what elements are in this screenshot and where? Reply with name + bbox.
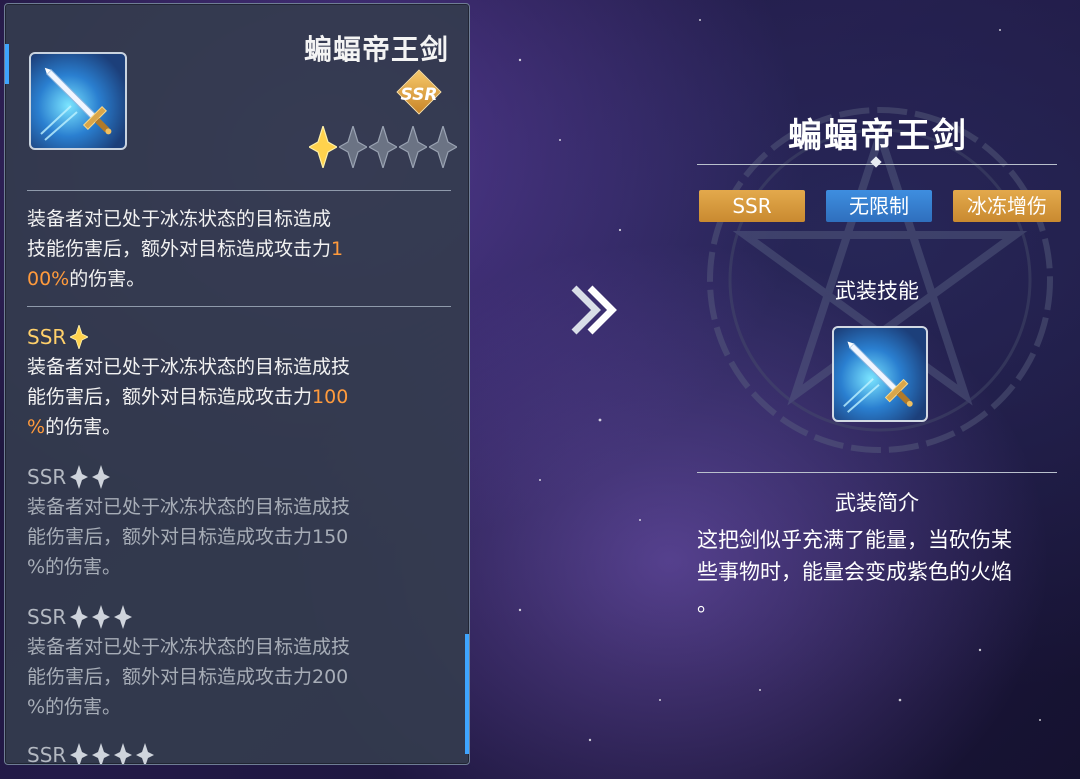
tier-ssr-1: SSR 装备者对已处于冰冻状态的目标造成技 能伤害后，额外对目标造成攻击力100…: [27, 322, 455, 442]
skill-heading: 武装技能: [835, 279, 919, 303]
star-icon: [114, 605, 133, 629]
divider: [27, 190, 451, 191]
star-icon: [369, 126, 397, 168]
star-icon: [92, 743, 111, 764]
double-chevron-icon[interactable]: [566, 282, 622, 338]
tier-label: SSR: [27, 462, 455, 492]
weapon-thumbnail: [29, 52, 127, 150]
star-icon: [114, 743, 133, 764]
tag-effect: 冰冻增伤: [953, 190, 1061, 222]
star-icon: [339, 126, 367, 168]
tier-ssr-4: SSR: [27, 740, 455, 764]
scrollbar[interactable]: [465, 634, 469, 754]
divider: [27, 306, 451, 307]
intro-heading: 武装简介: [835, 491, 919, 515]
star-icon: [136, 743, 155, 764]
star-icon: [429, 126, 457, 168]
tier-ssr-3: SSR 装备者对已处于冰冻状态的目标造成技 能伤害后，额外对目标造成攻击力200…: [27, 602, 455, 722]
tier-ssr-2: SSR 装备者对已处于冰冻状态的目标造成技 能伤害后，额外对目标造成攻击力150…: [27, 462, 455, 582]
star-icon: [70, 743, 89, 764]
star-icon: [92, 465, 111, 489]
star-icon: [92, 605, 111, 629]
tier-label: SSR: [27, 740, 455, 764]
base-description: 装备者对已处于冰冻状态的目标造成 技能伤害后，额外对目标造成攻击力1 00%的伤…: [27, 208, 344, 290]
tier-label: SSR: [27, 602, 455, 632]
rarity-badge: SSR: [393, 69, 445, 115]
star-icon: [70, 465, 89, 489]
star-icon: [399, 126, 427, 168]
tag-restriction: 无限制: [826, 190, 932, 222]
weapon-intro-text: 这把剑似乎充满了能量，当砍伤某 些事物时，能量会变成紫色的火焰 。: [697, 528, 1012, 616]
sword-icon: [40, 67, 112, 141]
tier-label: SSR: [27, 322, 455, 352]
section-divider: [697, 472, 1057, 473]
skill-icon-button[interactable]: [832, 326, 928, 422]
panel-accent-bar: [5, 44, 9, 84]
weapon-name: 蝙蝠帝王剑: [303, 33, 449, 66]
star-icon: [309, 126, 337, 168]
weapon-detail-panel: 蝙蝠帝王剑 SSR 装备者对已处于冰冻状态的目标造成 技能伤害后，额外对目标造成…: [4, 3, 470, 765]
star-icon: [70, 325, 89, 349]
right-weapon-name: 蝙蝠帝王剑: [788, 116, 968, 156]
sword-icon: [843, 341, 913, 413]
star-icon: [70, 605, 89, 629]
tag-rarity: SSR: [699, 190, 805, 222]
star-rating: [309, 126, 457, 168]
